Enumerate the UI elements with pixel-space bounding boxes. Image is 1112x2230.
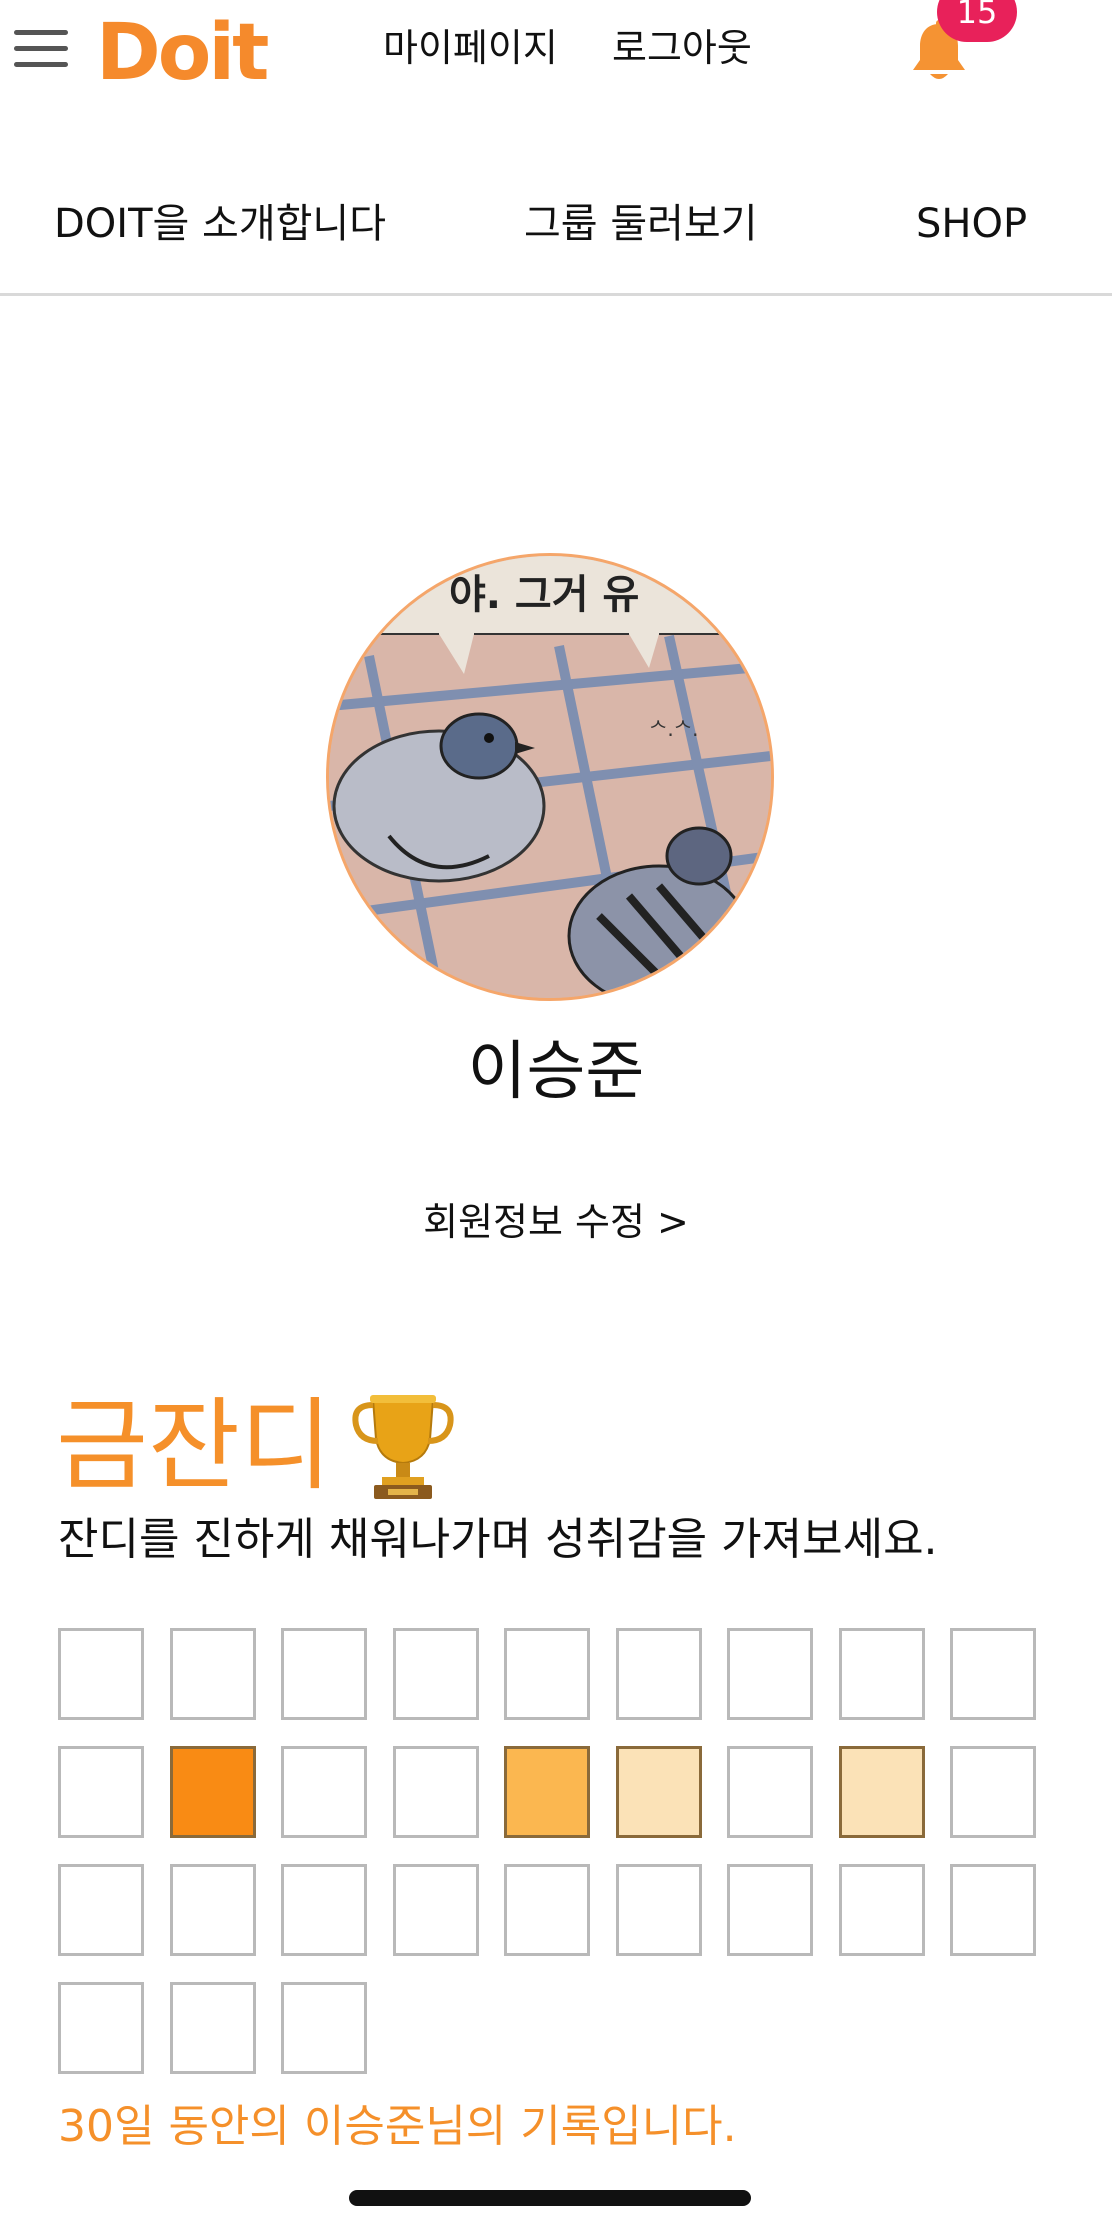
section-description: 잔디를 진하게 채워나가며 성취감을 가져보세요.: [58, 1514, 938, 1565]
svg-text:ᄉ.ᄉ.: ᄉ.ᄉ.: [649, 717, 699, 741]
grass-cell: [170, 1746, 256, 1838]
grass-cell: [616, 1864, 702, 1956]
grass-cell: [950, 1864, 1036, 1956]
nav-shop[interactable]: SHOP: [916, 194, 1027, 254]
grass-cell: [504, 1746, 590, 1838]
grass-cell: [58, 1864, 144, 1956]
grass-cell: [281, 1864, 367, 1956]
grass-cell: [281, 1628, 367, 1720]
record-caption: 30일 동안의 이승준님의 기록입니다.: [58, 2101, 737, 2152]
grass-cell: [839, 1628, 925, 1720]
grass-cell: [727, 1628, 813, 1720]
grass-cell: [58, 1982, 144, 2074]
menu-icon[interactable]: [14, 30, 68, 68]
grass-cell: [281, 1982, 367, 2074]
grass-cell: [616, 1628, 702, 1720]
svg-text:야. 그거 유: 야. 그거 유: [449, 572, 639, 618]
logo[interactable]: Doit: [96, 10, 269, 96]
grass-cell: [58, 1628, 144, 1720]
grass-cell: [170, 1628, 256, 1720]
grass-cell: [393, 1628, 479, 1720]
trophy-icon: [348, 1389, 458, 1501]
nav-groups[interactable]: 그룹 둘러보기: [524, 194, 758, 254]
my-page-link[interactable]: 마이페이지: [383, 20, 558, 76]
nav-about[interactable]: DOIT을 소개합니다: [54, 194, 386, 254]
home-indicator: [349, 2190, 751, 2206]
grass-cell: [393, 1746, 479, 1838]
edit-profile-link[interactable]: 회원정보 수정 >: [0, 1194, 1112, 1250]
grass-cell: [950, 1746, 1036, 1838]
avatar: 야. 그거 유 ᄉ.ᄉ.: [326, 553, 774, 1001]
notification-badge: 15: [937, 0, 1017, 42]
nav-divider: [0, 293, 1112, 296]
grass-cell: [727, 1864, 813, 1956]
grass-cell: [58, 1746, 144, 1838]
grass-cell: [504, 1864, 590, 1956]
grass-cell: [281, 1746, 367, 1838]
grass-cell: [393, 1864, 479, 1956]
grass-cell: [950, 1628, 1036, 1720]
grass-cell: [839, 1864, 925, 1956]
grass-cell: [616, 1746, 702, 1838]
grass-cell: [504, 1628, 590, 1720]
grass-cell: [170, 1982, 256, 2074]
grass-cell: [727, 1746, 813, 1838]
logout-link[interactable]: 로그아웃: [612, 20, 752, 76]
grass-cell: [170, 1864, 256, 1956]
user-name: 이승준: [467, 1035, 645, 1109]
grass-cell: [839, 1746, 925, 1838]
section-title: 금잔디: [56, 1387, 332, 1504]
